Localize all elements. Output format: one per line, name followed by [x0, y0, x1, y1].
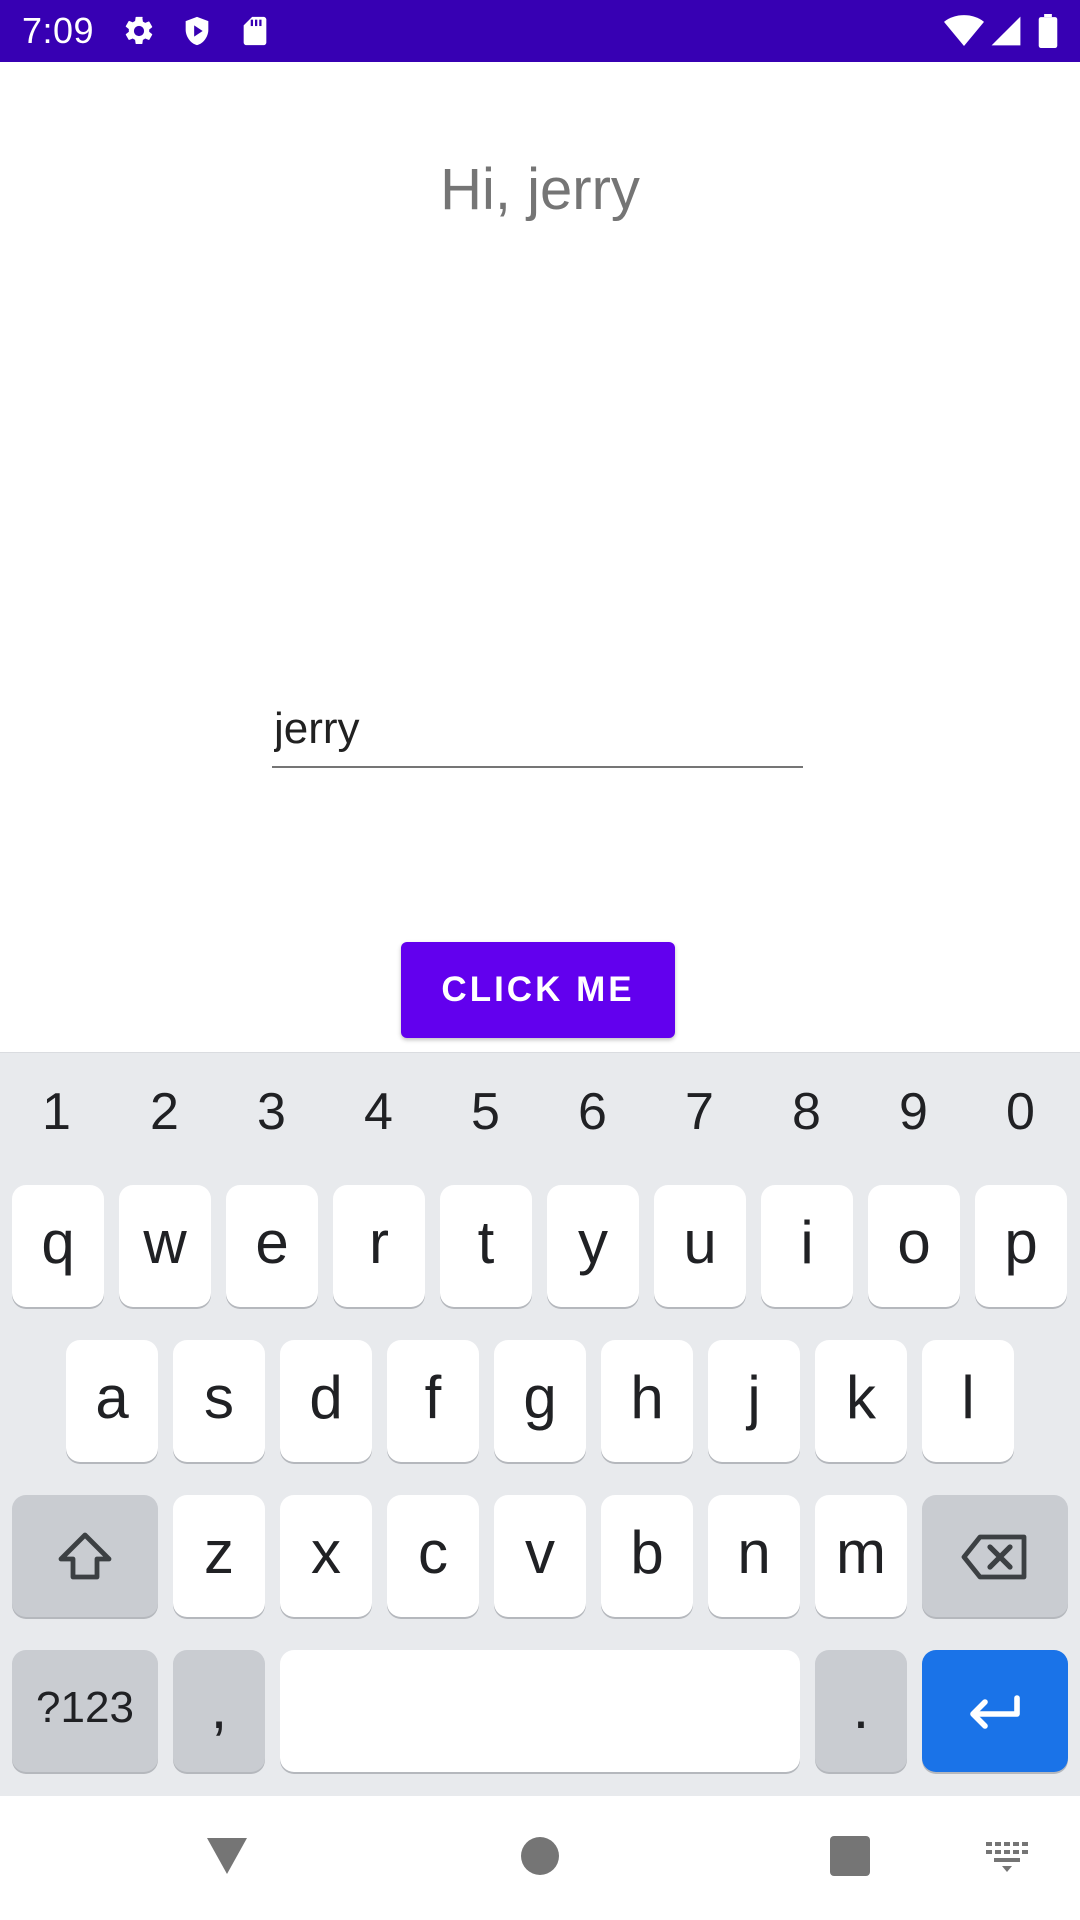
key-u[interactable]: u — [654, 1185, 746, 1307]
key-0[interactable]: 0 — [967, 1066, 1074, 1158]
key-d[interactable]: d — [280, 1340, 372, 1462]
key-o[interactable]: o — [868, 1185, 960, 1307]
key-z[interactable]: z — [173, 1495, 265, 1617]
key-x[interactable]: x — [280, 1495, 372, 1617]
key-h[interactable]: h — [601, 1340, 693, 1462]
key-m[interactable]: m — [815, 1495, 907, 1617]
shield-play-icon — [185, 16, 209, 46]
key-f[interactable]: f — [387, 1340, 479, 1462]
key-c[interactable]: c — [387, 1495, 479, 1617]
key-3[interactable]: 3 — [218, 1066, 325, 1158]
key-l[interactable]: l — [922, 1340, 1014, 1462]
backspace-icon — [961, 1534, 1027, 1580]
shift-key[interactable] — [12, 1495, 158, 1617]
key-5[interactable]: 5 — [432, 1066, 539, 1158]
recents-square-icon[interactable] — [830, 1836, 870, 1876]
battery-icon — [1038, 14, 1058, 48]
enter-key[interactable] — [922, 1650, 1068, 1772]
key-9[interactable]: 9 — [860, 1066, 967, 1158]
home-circle-icon[interactable] — [520, 1836, 560, 1876]
status-bar: 7:09 — [0, 0, 1080, 62]
key-a[interactable]: a — [66, 1340, 158, 1462]
key-r[interactable]: r — [333, 1185, 425, 1307]
back-triangle-icon[interactable] — [205, 1836, 249, 1876]
space-key[interactable] — [280, 1650, 800, 1772]
key-i[interactable]: i — [761, 1185, 853, 1307]
key-7[interactable]: 7 — [646, 1066, 753, 1158]
click-me-button[interactable]: CLICK ME — [401, 942, 675, 1038]
key-w[interactable]: w — [119, 1185, 211, 1307]
key-g[interactable]: g — [494, 1340, 586, 1462]
key-4[interactable]: 4 — [325, 1066, 432, 1158]
cell-signal-icon — [991, 16, 1021, 46]
shift-arrow-icon — [58, 1532, 112, 1580]
key-v[interactable]: v — [494, 1495, 586, 1617]
settings-gear-icon — [125, 16, 153, 45]
key-j[interactable]: j — [708, 1340, 800, 1462]
key-q[interactable]: q — [12, 1185, 104, 1307]
key-1[interactable]: 1 — [3, 1066, 110, 1158]
keyboard-switch-icon[interactable] — [986, 1842, 1028, 1872]
name-input[interactable] — [272, 692, 803, 768]
navigation-bar — [0, 1796, 1080, 1920]
comma-key[interactable]: , — [173, 1650, 265, 1772]
wifi-icon — [944, 15, 984, 46]
key-k[interactable]: k — [815, 1340, 907, 1462]
key-p[interactable]: p — [975, 1185, 1067, 1307]
key-6[interactable]: 6 — [539, 1066, 646, 1158]
symbols-key[interactable]: ?123 — [12, 1650, 158, 1772]
key-t[interactable]: t — [440, 1185, 532, 1307]
key-2[interactable]: 2 — [111, 1066, 218, 1158]
key-y[interactable]: y — [547, 1185, 639, 1307]
key-e[interactable]: e — [226, 1185, 318, 1307]
key-b[interactable]: b — [601, 1495, 693, 1617]
greeting-text: Hi, jerry — [440, 157, 640, 222]
sd-card-icon — [243, 16, 267, 46]
enter-arrow-icon — [970, 1695, 1020, 1729]
key-8[interactable]: 8 — [753, 1066, 860, 1158]
key-s[interactable]: s — [173, 1340, 265, 1462]
key-n[interactable]: n — [708, 1495, 800, 1617]
backspace-key[interactable] — [922, 1495, 1068, 1617]
status-time: 7:09 — [22, 10, 95, 51]
period-key[interactable]: . — [815, 1650, 907, 1772]
